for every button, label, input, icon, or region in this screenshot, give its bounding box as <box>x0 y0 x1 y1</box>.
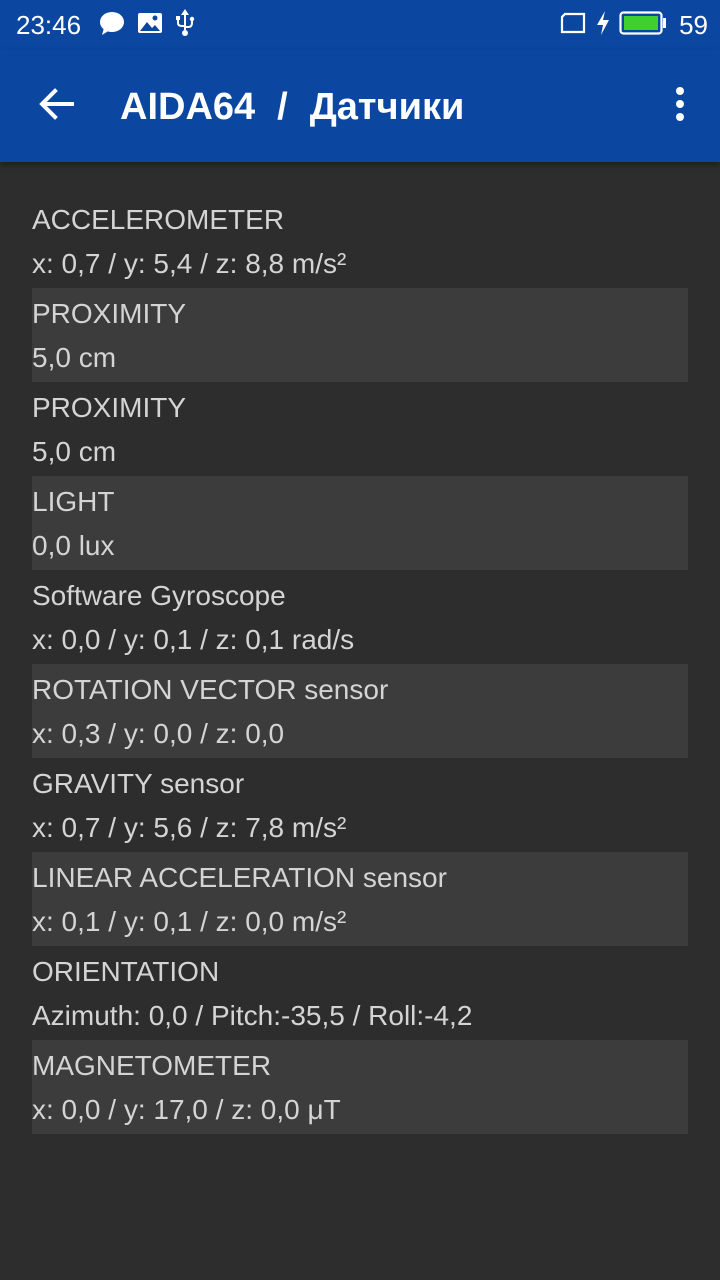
more-vertical-icon <box>674 86 686 127</box>
section-title: Датчики <box>309 86 465 128</box>
arrow-left-icon <box>38 87 74 125</box>
status-time: 23:46 <box>16 10 82 40</box>
sensor-label: PROXIMITY <box>32 392 187 423</box>
image-icon <box>136 10 164 41</box>
sensor-label: PROXIMITY <box>32 298 187 329</box>
sensor-row-magnetometer[interactable]: MAGNETOMETER x: 0,0 / y: 17,0 / z: 0,0 μ… <box>32 1040 688 1134</box>
sensor-label: ROTATION VECTOR sensor <box>32 674 389 705</box>
status-bar: 23:46 59 <box>0 0 720 50</box>
sensor-row-gravity[interactable]: GRAVITY sensor x: 0,7 / y: 5,6 / z: 7,8 … <box>32 758 688 852</box>
overflow-menu-button[interactable] <box>660 78 700 134</box>
sensor-value: x: 0,7 / y: 5,6 / z: 7,8 m/s² <box>32 812 347 843</box>
chat-bubble-icon <box>98 10 126 41</box>
system-icons: 59 <box>559 9 708 41</box>
sensor-row-rotation-vector[interactable]: ROTATION VECTOR sensor x: 0,3 / y: 0,0 /… <box>32 664 688 758</box>
sensor-label: GRAVITY sensor <box>32 768 245 799</box>
sensor-value: 0,0 lux <box>32 530 115 561</box>
sensor-value: 5,0 cm <box>32 436 117 467</box>
sensor-row-gyroscope[interactable]: Software Gyroscope x: 0,0 / y: 0,1 / z: … <box>32 570 688 664</box>
battery-icon <box>619 10 667 41</box>
sensor-label: MAGNETOMETER <box>32 1050 272 1081</box>
sensor-row-linear-acceleration[interactable]: LINEAR ACCELERATION sensor x: 0,1 / y: 0… <box>32 852 688 946</box>
app-name: AIDA64 <box>120 86 256 128</box>
sensor-label: ORIENTATION <box>32 956 220 987</box>
battery-level: 59 <box>679 10 708 40</box>
screen-icon <box>559 11 587 40</box>
charging-bolt-icon <box>595 10 611 41</box>
sensor-value: Azimuth: 0,0 / Pitch:-35,5 / Roll:-4,2 <box>32 1000 473 1031</box>
sensor-label: ACCELEROMETER <box>32 204 285 235</box>
sensor-label: LIGHT <box>32 486 115 517</box>
sensor-row-proximity-2[interactable]: PROXIMITY 5,0 cm <box>32 382 688 476</box>
sensor-value: 5,0 cm <box>32 342 117 373</box>
sensor-value: x: 0,0 / y: 0,1 / z: 0,1 rad/s <box>32 624 355 655</box>
back-button[interactable] <box>20 74 92 138</box>
sensor-label: LINEAR ACCELERATION sensor <box>32 862 447 893</box>
title-separator: / <box>277 86 288 128</box>
sensor-row-light[interactable]: LIGHT 0,0 lux <box>32 476 688 570</box>
sensor-list: ACCELEROMETER x: 0,7 / y: 5,4 / z: 8,8 m… <box>32 194 688 1134</box>
app-bar: AIDA64 / Датчики <box>0 50 720 162</box>
sensor-value: x: 0,0 / y: 17,0 / z: 0,0 μT <box>32 1094 341 1125</box>
sensor-value: x: 0,1 / y: 0,1 / z: 0,0 m/s² <box>32 906 347 937</box>
usb-icon <box>174 8 196 43</box>
sensor-value: x: 0,7 / y: 5,4 / z: 8,8 m/s² <box>32 248 347 279</box>
sensor-row-proximity[interactable]: PROXIMITY 5,0 cm <box>32 288 688 382</box>
sensor-row-orientation[interactable]: ORIENTATION Azimuth: 0,0 / Pitch:-35,5 /… <box>32 946 688 1040</box>
page-title: AIDA64 / Датчики <box>120 84 464 130</box>
sensor-value: x: 0,3 / y: 0,0 / z: 0,0 <box>32 718 285 749</box>
notification-icons <box>98 8 196 43</box>
sensor-row-accelerometer[interactable]: ACCELEROMETER x: 0,7 / y: 5,4 / z: 8,8 m… <box>32 194 688 288</box>
sensor-label: Software Gyroscope <box>32 580 286 611</box>
